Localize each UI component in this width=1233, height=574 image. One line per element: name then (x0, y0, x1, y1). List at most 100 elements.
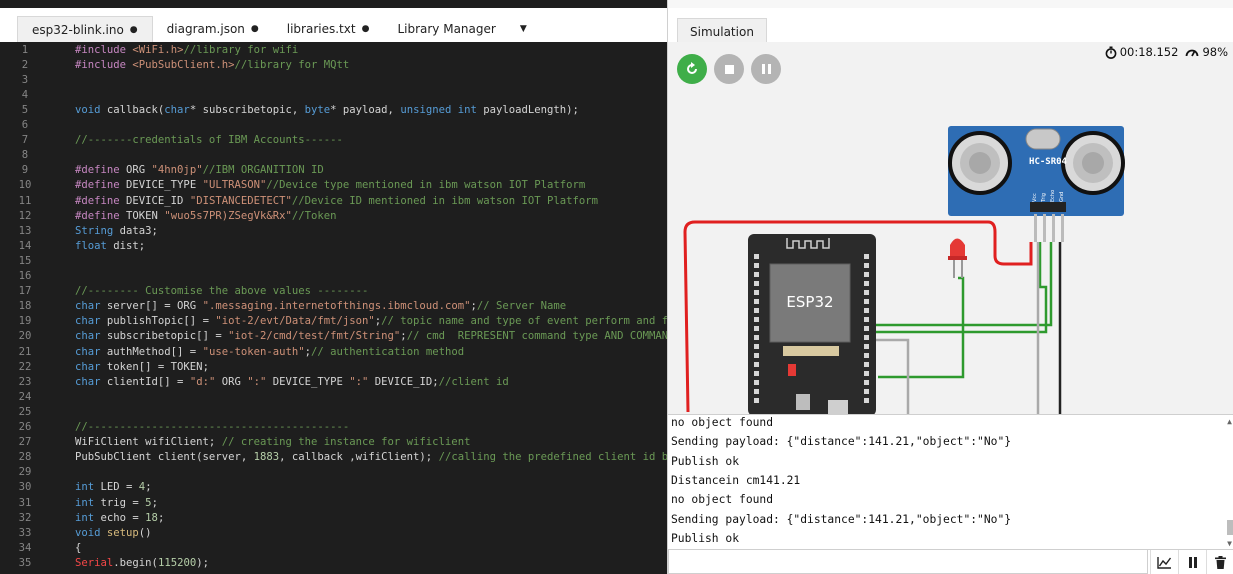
code-line[interactable]: 24 (0, 389, 667, 404)
code-line[interactable]: 14 float dist; (0, 238, 667, 253)
code-line[interactable]: 19 char publishTopic[] = "iot-2/evt/Data/… (0, 314, 667, 329)
code-text: char subscribetopic[] = "iot-2/cmd/test/… (75, 330, 667, 343)
esp32-pins-right (864, 254, 869, 403)
code-line[interactable]: 35 Serial.begin(115200); (0, 555, 667, 570)
pause-button[interactable] (751, 54, 781, 84)
line-number: 12 (18, 209, 32, 222)
code-line[interactable]: 2 #include <PubSubClient.h>//library for … (0, 57, 667, 72)
serial-input[interactable] (668, 549, 1148, 574)
app-root: esp32-blink.ino ● diagram.json ● librari… (0, 0, 1233, 574)
code-line[interactable]: 16 (0, 269, 667, 284)
serial-pause-button[interactable] (1178, 549, 1206, 574)
header-pin (754, 389, 759, 394)
clear-button[interactable] (1206, 549, 1233, 574)
tab-label: diagram.json (166, 22, 245, 36)
tab-diagram-json[interactable]: diagram.json ● (153, 16, 273, 42)
code-area[interactable]: 1 #include <WiFi.h>//library for wifi 2 #in… (0, 42, 667, 574)
code-line[interactable]: 6 (0, 118, 667, 133)
line-number: 7 (21, 134, 29, 147)
stop-button[interactable] (714, 54, 744, 84)
sensor-pin-echo: Echo (1050, 190, 1056, 202)
code-line[interactable]: 3 (0, 72, 667, 87)
code-line[interactable]: 8 (0, 148, 667, 163)
code-line[interactable]: 7 //-------credentials of IBM Accounts---… (0, 133, 667, 148)
tab-label: Library Manager (397, 22, 496, 36)
header-pin (754, 344, 759, 349)
code-line[interactable]: 20 char subscribetopic[] = "iot-2/cmd/tes… (0, 329, 667, 344)
code-line[interactable]: 22 char token[] = TOKEN; (0, 359, 667, 374)
sensor-pin-trig: Trig (1041, 193, 1047, 203)
tab-esp32-blink[interactable]: esp32-blink.ino ● (17, 16, 153, 42)
code-line[interactable]: 17 //-------- Customise the above values … (0, 284, 667, 299)
tab-libraries-txt[interactable]: libraries.txt ● (273, 16, 384, 42)
code-line[interactable]: 28 PubSubClient client(server, 1883, call… (0, 450, 667, 465)
trash-icon (1215, 555, 1226, 569)
code-text: float dist; (75, 239, 146, 252)
line-number: 30 (18, 481, 32, 494)
board-label: ESP32 (786, 293, 833, 311)
code-text: #define ORG "4hn0jp"//IBM ORGANITION ID (75, 164, 324, 177)
line-number: 32 (18, 511, 32, 524)
simulation-canvas[interactable]: HC-SR04 Vcc Trig Echo Gnd ESP32 00:18.15… (668, 42, 1233, 414)
scroll-down-icon[interactable]: ▼ (1227, 539, 1232, 548)
code-text: char server[] = ORG ".messaging.internet… (75, 300, 567, 313)
code-text: #define DEVICE_TYPE "ULTRASON"//Device t… (75, 179, 586, 192)
code-line[interactable]: 1 #include <WiFi.h>//library for wifi (0, 42, 667, 57)
scroll-up-icon[interactable]: ▲ (1227, 417, 1232, 426)
serial-line: Distancein cm141.21 (671, 473, 801, 487)
code-line[interactable]: 32 int echo = 18; (0, 510, 667, 525)
tab-simulation[interactable]: Simulation (677, 18, 767, 44)
line-number: 5 (21, 103, 29, 116)
code-line[interactable]: 15 (0, 253, 667, 268)
serial-line: Publish ok (671, 454, 740, 468)
code-text: int trig = 5; (75, 496, 158, 509)
line-number: 31 (18, 496, 32, 509)
restart-button[interactable] (677, 54, 707, 84)
code-line[interactable]: 9 #define ORG "4hn0jp"//IBM ORGANITION ID (0, 163, 667, 178)
code-line[interactable]: 26 //------------------------------------… (0, 420, 667, 435)
code-line[interactable]: 21 char authMethod[] = "use-token-auth";/… (0, 344, 667, 359)
tab-menu-button[interactable]: ▼ (510, 16, 537, 42)
code-line[interactable]: 30 int LED = 4; (0, 480, 667, 495)
code-line[interactable]: 31 int trig = 5; (0, 495, 667, 510)
code-line[interactable]: 12 #define TOKEN "wuo5s7PR)ZSegVk&Rx"//To… (0, 208, 667, 223)
header-pin (754, 263, 759, 268)
code-line[interactable]: 11 #define DEVICE_ID "DISTANCEDETECT"//De… (0, 193, 667, 208)
code-text: //--------------------------------------… (75, 421, 350, 433)
header-pin (864, 317, 869, 322)
code-text: char token[] = TOKEN; (75, 360, 209, 373)
code-line[interactable]: 13 String data3; (0, 223, 667, 238)
line-number: 29 (18, 466, 32, 479)
line-number: 10 (18, 179, 32, 192)
plotter-button[interactable] (1150, 549, 1178, 574)
code-line[interactable]: 25 (0, 404, 667, 419)
scrollbar-thumb[interactable] (1227, 520, 1233, 535)
code-line[interactable]: 4 (0, 87, 667, 102)
header-pin (864, 389, 869, 394)
caret-down-icon: ▼ (519, 24, 527, 34)
editor-tab-bar: esp32-blink.ino ● diagram.json ● librari… (0, 8, 667, 42)
pause-icon (1188, 556, 1197, 568)
line-number: 22 (18, 360, 32, 373)
simulation-tab-bar: Simulation (668, 8, 1233, 44)
code-line[interactable]: 34 { (0, 540, 667, 555)
header-pin (754, 254, 759, 259)
line-number: 20 (18, 330, 32, 343)
modified-indicator: ● (129, 24, 138, 35)
code-line[interactable]: 29 (0, 465, 667, 480)
code-line[interactable]: 23 char clientId[] = "d:" ORG ":" DEVICE_… (0, 374, 667, 389)
header-pin (864, 254, 869, 259)
line-number: 26 (18, 421, 32, 433)
code-line[interactable]: 27 WiFiClient wifiClient; // creating the… (0, 435, 667, 450)
line-number: 27 (18, 436, 32, 449)
simulation-status: 00:18.152 98% (1105, 45, 1228, 59)
tab-label: Simulation (690, 24, 754, 39)
code-line[interactable]: 5 void callback(char* subscribetopic, byt… (0, 102, 667, 117)
tab-library-manager[interactable]: Library Manager (383, 16, 509, 42)
code-line[interactable]: 18 char server[] = ORG ".messaging.intern… (0, 299, 667, 314)
code-line[interactable]: 33 void setup() (0, 525, 667, 540)
serial-monitor[interactable]: no object found Sending payload: {"distan… (668, 414, 1233, 549)
code-line[interactable]: 10 #define DEVICE_TYPE "ULTRASON"//Device… (0, 178, 667, 193)
modified-indicator: ● (361, 24, 370, 34)
tab-label: esp32-blink.ino (32, 22, 124, 37)
